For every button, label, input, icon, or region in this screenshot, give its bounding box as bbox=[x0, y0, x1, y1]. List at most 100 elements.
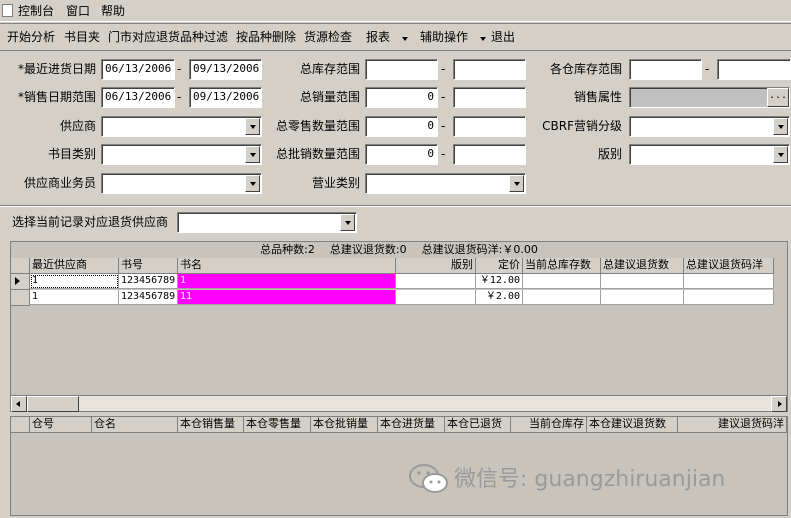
cell-price[interactable]: ￥12.00 bbox=[476, 274, 523, 289]
total-titles-label: 总品种数: bbox=[260, 243, 308, 256]
col-header-return-amount[interactable]: 总建议退货码洋 bbox=[684, 258, 774, 274]
range-dash: - bbox=[177, 90, 182, 104]
source-check-button[interactable]: 货源检查 bbox=[304, 29, 352, 45]
sales-date-range-label: *销售日期范围 bbox=[17, 90, 96, 104]
supplier-select[interactable] bbox=[101, 116, 262, 137]
chevron-down-icon bbox=[480, 37, 487, 41]
edition-select[interactable] bbox=[629, 144, 790, 165]
chevron-down-icon[interactable] bbox=[773, 146, 788, 163]
start-analysis-button[interactable]: 开始分析 bbox=[7, 29, 55, 45]
cell-supplier[interactable]: 1 bbox=[30, 290, 119, 305]
menu-window[interactable]: 窗口 bbox=[66, 3, 90, 19]
col-header-wh-stock-in[interactable]: 本仓进货量 bbox=[378, 417, 445, 433]
warehouse-stock-range-label: 各仓库存范围 bbox=[549, 62, 622, 76]
col-header-warehouse-name[interactable]: 仓名 bbox=[92, 417, 178, 433]
chevron-down-icon[interactable] bbox=[773, 118, 788, 135]
cell-isbn[interactable]: 123456789 bbox=[119, 274, 178, 289]
scroll-right-icon[interactable] bbox=[771, 396, 787, 412]
sales-attribute-field[interactable]: ... bbox=[629, 87, 790, 108]
menu-help[interactable]: 帮助 bbox=[101, 3, 125, 19]
cell-return-amount[interactable] bbox=[684, 290, 774, 305]
total-stock-to[interactable] bbox=[453, 59, 526, 80]
cell-return-qty[interactable] bbox=[601, 274, 684, 289]
col-header-warehouse-no[interactable]: 仓号 bbox=[30, 417, 92, 433]
col-header-wh-returned[interactable]: 本仓已退货 bbox=[445, 417, 511, 433]
menu-console[interactable]: 控制台 bbox=[18, 3, 54, 19]
cell-title[interactable]: 11 bbox=[178, 290, 396, 305]
app-icon[interactable] bbox=[2, 4, 13, 17]
col-header-wh-return-amount[interactable]: 建议退货码洋 bbox=[678, 417, 787, 433]
chevron-down-icon[interactable] bbox=[245, 118, 260, 135]
total-return-qty-label: 总建议退货数: bbox=[329, 243, 400, 256]
chevron-down-icon[interactable] bbox=[245, 175, 260, 192]
total-retail-range-label: 总零售数量范围 bbox=[275, 119, 360, 133]
current-row-icon bbox=[15, 277, 20, 285]
col-header-title[interactable]: 书名 bbox=[178, 258, 396, 274]
chevron-down-icon[interactable] bbox=[245, 146, 260, 163]
sales-date-from[interactable]: 06/13/2006 bbox=[101, 87, 175, 108]
col-header-stock[interactable]: 当前总库存数 bbox=[523, 258, 601, 274]
total-sales-from[interactable]: 0 bbox=[365, 87, 438, 108]
cell-return-amount[interactable] bbox=[684, 274, 774, 289]
book-category-select[interactable] bbox=[101, 144, 262, 165]
browse-button[interactable]: ... bbox=[767, 88, 789, 107]
col-header-edition[interactable]: 版别 bbox=[396, 258, 476, 274]
cell-price[interactable]: ￥2.00 bbox=[476, 290, 523, 305]
total-wholesale-to[interactable] bbox=[453, 144, 526, 165]
range-dash: - bbox=[441, 90, 446, 104]
cell-stock[interactable] bbox=[523, 290, 601, 305]
cell-return-qty[interactable] bbox=[601, 290, 684, 305]
divider bbox=[0, 205, 791, 207]
cell-edition[interactable] bbox=[396, 274, 476, 289]
scroll-thumb[interactable] bbox=[27, 396, 79, 412]
store-return-filter-button[interactable]: 门市对应退货品种过滤 bbox=[108, 29, 228, 45]
supplier-salesman-select[interactable] bbox=[101, 173, 262, 194]
total-return-qty-value: 0 bbox=[399, 243, 407, 256]
horizontal-scrollbar[interactable] bbox=[11, 395, 787, 412]
col-header-wh-wholesale[interactable]: 本仓批销量 bbox=[311, 417, 378, 433]
delete-by-title-button[interactable]: 按品种删除 bbox=[236, 29, 296, 45]
chevron-down-icon[interactable] bbox=[509, 175, 524, 192]
total-retail-to[interactable] bbox=[453, 116, 526, 137]
supplier-salesman-label: 供应商业务员 bbox=[23, 176, 96, 190]
scroll-left-icon[interactable] bbox=[11, 396, 27, 412]
recent-stock-date-to[interactable]: 09/13/2006 bbox=[189, 59, 262, 80]
total-sales-to[interactable] bbox=[453, 87, 526, 108]
col-header-return-qty[interactable]: 总建议退货数 bbox=[601, 258, 684, 274]
col-header-wh-retail[interactable]: 本仓零售量 bbox=[244, 417, 311, 433]
business-type-label: 营业类别 bbox=[311, 176, 360, 190]
cell-supplier[interactable]: 1 bbox=[30, 274, 119, 289]
cell-isbn[interactable]: 123456789 bbox=[119, 290, 178, 305]
chevron-down-icon[interactable] bbox=[340, 214, 355, 231]
row-indicator[interactable] bbox=[11, 274, 30, 290]
sales-date-to[interactable]: 09/13/2006 bbox=[189, 87, 262, 108]
exit-button[interactable]: 退出 bbox=[491, 29, 515, 45]
col-header-wh-current-stock[interactable]: 当前仓库存 bbox=[511, 417, 587, 433]
row-indicator[interactable] bbox=[11, 290, 30, 306]
aux-ops-menu-button[interactable]: 辅助操作 bbox=[420, 29, 487, 45]
col-header-price[interactable]: 定价 bbox=[476, 258, 523, 274]
cbrf-category-select[interactable] bbox=[629, 116, 790, 137]
col-header-wh-sales[interactable]: 本仓销售量 bbox=[178, 417, 244, 433]
total-stock-from[interactable] bbox=[365, 59, 438, 80]
warehouse-stock-from[interactable] bbox=[629, 59, 702, 80]
total-wholesale-from[interactable]: 0 bbox=[365, 144, 438, 165]
col-header-supplier[interactable]: 最近供应商 bbox=[30, 258, 119, 274]
bookmark-folder-button[interactable]: 书目夹 bbox=[64, 29, 100, 45]
cell-edition[interactable] bbox=[396, 290, 476, 305]
col-header-isbn[interactable]: 书号 bbox=[119, 258, 178, 274]
recent-stock-date-from[interactable]: 06/13/2006 bbox=[101, 59, 175, 80]
warehouse-stock-to[interactable] bbox=[717, 59, 791, 80]
total-retail-from[interactable]: 0 bbox=[365, 116, 438, 137]
edition-label: 版别 bbox=[597, 147, 622, 161]
cell-stock[interactable] bbox=[523, 274, 601, 289]
return-supplier-select[interactable] bbox=[177, 212, 357, 233]
cell-title[interactable]: 1 bbox=[178, 274, 396, 289]
header-corner bbox=[11, 258, 30, 274]
total-return-amount-value: ￥0.00 bbox=[502, 243, 538, 256]
wechat-watermark-text: 微信号: guangzhiruanjian bbox=[454, 467, 726, 492]
col-header-wh-return-qty[interactable]: 本仓建议退货数 bbox=[587, 417, 678, 433]
total-return-amount-label: 总建议退货码洋: bbox=[421, 243, 503, 256]
reports-menu-button[interactable]: 报表 bbox=[366, 29, 409, 45]
business-type-select[interactable] bbox=[365, 173, 526, 194]
